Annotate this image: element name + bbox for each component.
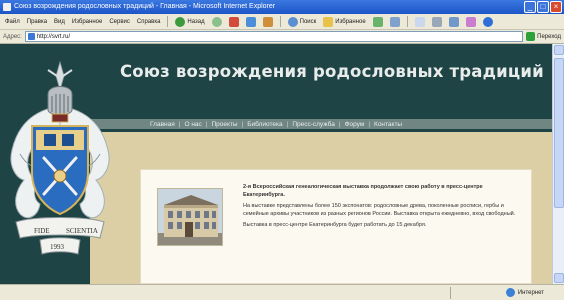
nav-separator: | <box>205 120 208 128</box>
print-button[interactable] <box>430 16 444 27</box>
crest-year: 1993 <box>50 243 65 251</box>
media-icon <box>372 16 383 27</box>
menu-view[interactable]: Вид <box>52 19 67 25</box>
stop-button[interactable] <box>227 16 241 27</box>
toolbar-separator <box>406 16 408 27</box>
discuss-icon <box>465 16 476 27</box>
home-icon <box>262 16 273 27</box>
stop-icon <box>228 16 239 27</box>
forward-button[interactable] <box>210 16 224 27</box>
maximize-button[interactable]: □ <box>537 1 549 13</box>
nav-press[interactable]: Пресс-служба <box>292 121 335 128</box>
go-button[interactable]: Переход <box>526 32 561 41</box>
nav-forum[interactable]: Форум <box>345 121 365 128</box>
vertical-scrollbar[interactable] <box>552 44 564 284</box>
minimize-button[interactable]: _ <box>524 1 536 13</box>
history-icon <box>389 16 400 27</box>
crest-motto-right: SCIENTIA <box>66 227 98 235</box>
nav-separator: | <box>241 120 244 128</box>
scroll-thumb[interactable] <box>554 58 564 208</box>
address-label: Адрес: <box>3 33 22 40</box>
window-title: Союз возрождения родословных традиций - … <box>14 3 276 10</box>
site-nav: Главная | О нас | Проекты | Библиотека |… <box>90 119 552 129</box>
site-title: Союз возрождения родословных традиций <box>120 62 544 81</box>
discuss-button[interactable] <box>464 16 478 27</box>
nav-separator: | <box>338 120 341 128</box>
news-paragraph: На выставке представлены более 150 экспо… <box>243 203 516 217</box>
mail-icon <box>414 16 425 27</box>
edit-icon <box>448 16 459 27</box>
media-button[interactable] <box>371 16 385 27</box>
go-arrow-icon <box>526 32 536 41</box>
favorites-button[interactable]: Избранное <box>321 16 367 27</box>
search-button[interactable]: Поиск <box>286 16 319 27</box>
status-bar: Интернет <box>0 284 564 300</box>
nav-library[interactable]: Библиотека <box>247 121 282 128</box>
menu-help[interactable]: Справка <box>135 19 163 25</box>
star-icon <box>323 16 334 27</box>
close-button[interactable]: × <box>550 1 562 13</box>
forward-arrow-icon <box>211 16 222 27</box>
nav-about[interactable]: О нас <box>184 121 201 128</box>
nav-contacts[interactable]: Контакты <box>374 121 402 128</box>
scroll-down-arrow[interactable] <box>554 273 564 283</box>
security-zone: Интернет <box>505 288 544 297</box>
toolbar-separator <box>167 16 169 27</box>
page-icon <box>27 33 35 40</box>
nav-separator: | <box>178 120 181 128</box>
news-paragraph: 2-я Всероссийская генеалогическая выстав… <box>243 184 483 198</box>
crest-motto-left: FIDE <box>34 227 50 235</box>
address-url: http://svrt.ru/ <box>36 33 71 40</box>
scroll-up-arrow[interactable] <box>554 45 564 55</box>
news-text: 2-я Всероссийская генеалогическая выстав… <box>243 184 523 234</box>
back-label: Назад <box>187 18 205 25</box>
globe-icon <box>505 288 515 297</box>
back-button[interactable]: Назад <box>173 16 206 27</box>
menu-file[interactable]: Файл <box>3 19 22 25</box>
coat-of-arms-icon: FIDE SCIENTIA 1993 <box>10 60 110 255</box>
home-button[interactable] <box>261 16 275 27</box>
menu-toolbar: Файл Правка Вид Избранное Сервис Справка… <box>0 14 564 30</box>
news-paragraph: Выставка в пресс-центре Екатеринбурга бу… <box>243 222 427 228</box>
edit-button[interactable] <box>447 16 461 27</box>
refresh-icon <box>245 16 256 27</box>
ie-icon <box>3 3 11 11</box>
news-card: 2-я Всероссийская генеалогическая выстав… <box>140 169 532 284</box>
mail-button[interactable] <box>413 16 427 27</box>
printer-icon <box>431 16 442 27</box>
nav-separator: | <box>368 120 371 128</box>
history-button[interactable] <box>388 16 402 27</box>
go-label: Переход <box>537 33 561 40</box>
coat-of-arms-logo: FIDE SCIENTIA 1993 <box>4 54 116 284</box>
menu-edit[interactable]: Правка <box>25 19 49 25</box>
page-viewport: Союз возрождения родословных традиций Гл… <box>0 44 552 284</box>
back-arrow-icon <box>175 16 186 27</box>
nav-projects[interactable]: Проекты <box>211 121 237 128</box>
menu-tools[interactable]: Сервис <box>107 19 132 25</box>
address-input[interactable]: http://svrt.ru/ <box>24 31 524 42</box>
status-separator <box>450 287 451 299</box>
nav-separator: | <box>286 120 289 128</box>
refresh-button[interactable] <box>244 16 258 27</box>
search-icon <box>287 16 298 27</box>
search-label: Поиск <box>299 18 317 25</box>
building-photo-image <box>158 189 222 245</box>
nav-home[interactable]: Главная <box>150 121 175 128</box>
messenger-icon <box>482 16 493 27</box>
zone-label: Интернет <box>517 289 544 296</box>
favorites-label: Избранное <box>335 18 366 25</box>
window-titlebar: Союз возрождения родословных традиций - … <box>0 0 564 14</box>
menu-favorites[interactable]: Избранное <box>70 19 104 25</box>
address-bar: Адрес: http://svrt.ru/ Переход <box>0 30 564 44</box>
toolbar-separator <box>279 16 281 27</box>
window-controls: _ □ × <box>524 1 562 13</box>
messenger-button[interactable] <box>481 16 495 27</box>
news-photo <box>157 188 223 246</box>
